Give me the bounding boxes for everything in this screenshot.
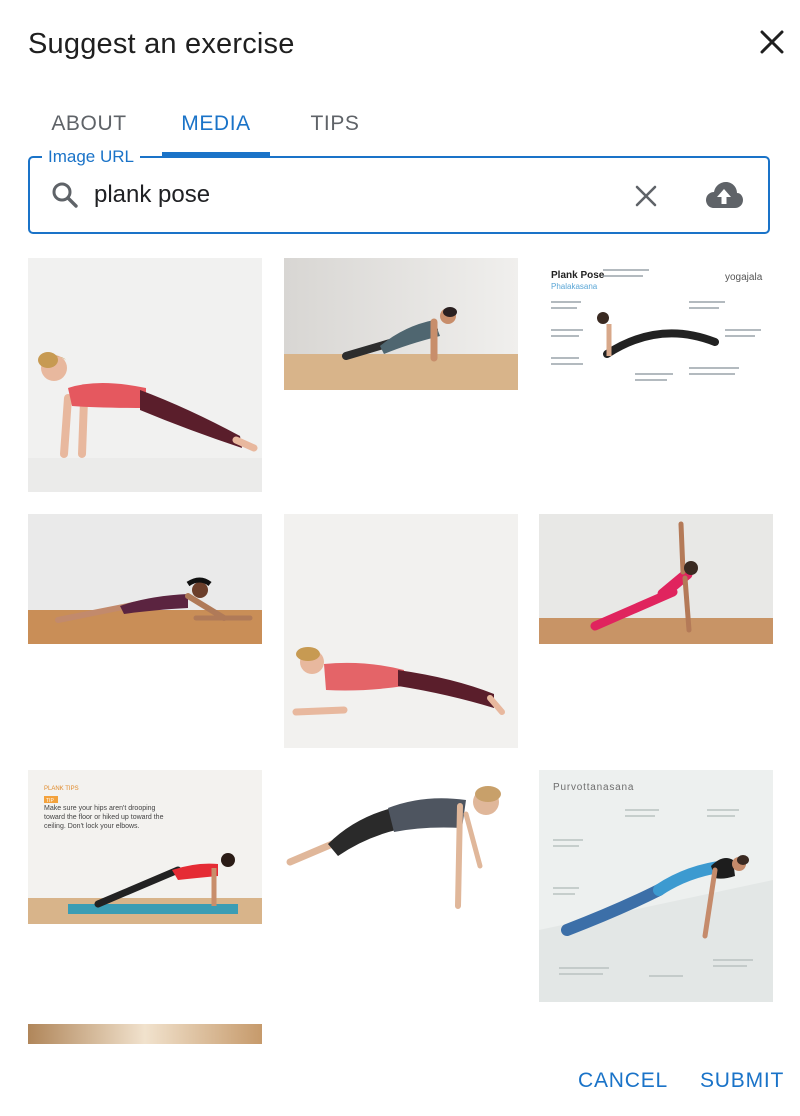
infographic-subtitle: Phalakasana — [551, 282, 598, 291]
infographic-brand: yogajala — [725, 272, 763, 283]
cloud-upload-icon[interactable] — [704, 178, 744, 214]
result-image-7[interactable]: PLANK TIPS TIP Make sure your hips aren'… — [28, 770, 262, 924]
submit-button[interactable]: SUBMIT — [700, 1064, 784, 1098]
image-url-field: Image URL — [28, 147, 770, 234]
close-button[interactable] — [754, 24, 790, 60]
clear-icon[interactable] — [630, 180, 662, 212]
infographic-title: Plank Pose — [551, 270, 605, 281]
result-image-6[interactable] — [539, 514, 773, 644]
infographic-9-title: Purvottanasana — [553, 782, 634, 793]
result-image-2[interactable] — [284, 258, 518, 390]
close-icon — [760, 30, 784, 54]
result-image-10[interactable] — [28, 1024, 262, 1044]
tab-media[interactable]: MEDIA — [162, 100, 270, 156]
tips-text: Make sure your hips aren't drooping towa… — [44, 805, 164, 830]
result-image-1[interactable] — [28, 258, 262, 492]
dialog-title: Suggest an exercise — [28, 28, 295, 60]
result-image-5[interactable] — [284, 514, 518, 748]
result-image-4[interactable] — [28, 514, 262, 644]
image-url-label: Image URL — [42, 147, 140, 167]
cancel-button[interactable]: CANCEL — [578, 1064, 668, 1098]
result-image-8[interactable] — [284, 770, 518, 926]
dialog-actions: CANCEL SUBMIT — [578, 1064, 794, 1098]
result-image-3[interactable]: Plank Pose Phalakasana yogajala — [539, 258, 773, 392]
search-icon — [52, 182, 78, 208]
suggest-exercise-dialog: Suggest an exercise ABOUT MEDIA TIPS Ima… — [0, 0, 800, 1116]
image-url-input[interactable] — [94, 178, 594, 212]
result-image-9[interactable]: Purvottanasana — [539, 770, 773, 1002]
tab-tips[interactable]: TIPS — [290, 100, 380, 156]
tips-header: PLANK TIPS — [44, 786, 79, 792]
